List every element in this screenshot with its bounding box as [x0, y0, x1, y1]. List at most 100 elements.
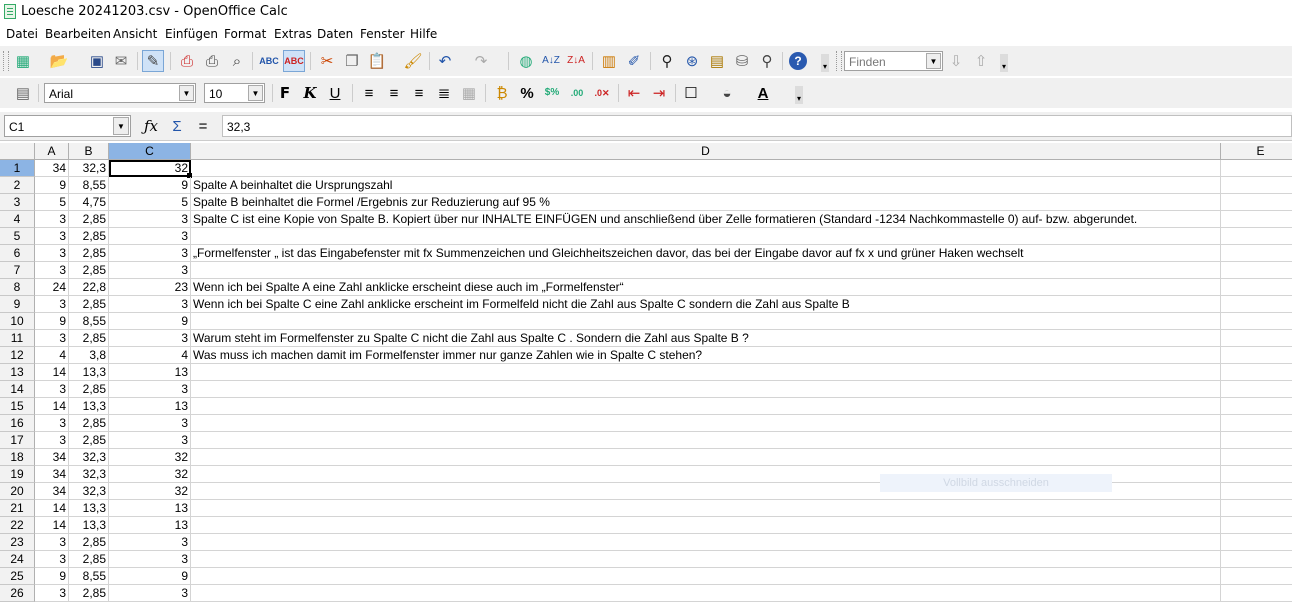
cell-c[interactable]: 3 — [109, 262, 191, 279]
cell-a[interactable]: 3 — [35, 381, 69, 398]
print-icon[interactable]: ⎙ — [201, 50, 223, 72]
column-header-e[interactable]: E — [1221, 143, 1292, 160]
cell-e[interactable] — [1221, 449, 1292, 466]
standard-format-icon[interactable]: $% — [541, 82, 563, 104]
cell-e[interactable] — [1221, 160, 1292, 177]
chevron-down-icon[interactable]: ▼ — [248, 85, 263, 101]
row-header[interactable]: 16 — [0, 415, 35, 432]
find-next-icon[interactable]: ⇩ — [945, 50, 967, 72]
cell-e[interactable] — [1221, 381, 1292, 398]
cell-e[interactable] — [1221, 228, 1292, 245]
cell-a[interactable]: 24 — [35, 279, 69, 296]
row-header[interactable]: 19 — [0, 466, 35, 483]
cell-e[interactable] — [1221, 211, 1292, 228]
cell-c[interactable]: 32 — [109, 483, 191, 500]
row-header[interactable]: 15 — [0, 398, 35, 415]
menu-datei[interactable]: Datei — [6, 27, 38, 41]
row-header[interactable]: 21 — [0, 500, 35, 517]
chevron-down-icon[interactable]: ▼ — [179, 85, 194, 101]
cell-d[interactable] — [191, 398, 1221, 415]
cell-b[interactable]: 2,85 — [69, 432, 109, 449]
cell-e[interactable] — [1221, 568, 1292, 585]
menu-einfuegen[interactable]: Einfügen — [165, 27, 218, 41]
toolbar-grip[interactable] — [836, 51, 842, 71]
cell-c[interactable]: 3 — [109, 228, 191, 245]
cell-b[interactable]: 32,3 — [69, 466, 109, 483]
cell-d[interactable]: Was muss ich machen damit im Formelfenst… — [191, 347, 1221, 364]
cell-a[interactable]: 3 — [35, 432, 69, 449]
cell-a[interactable]: 14 — [35, 364, 69, 381]
cell-d[interactable]: Spalte A beinhaltet die Ursprungszahl — [191, 177, 1221, 194]
column-header-c[interactable]: C — [109, 143, 191, 160]
cell-e[interactable] — [1221, 296, 1292, 313]
menu-format[interactable]: Format — [224, 27, 266, 41]
cell-d[interactable] — [191, 585, 1221, 602]
cell-c[interactable]: 3 — [109, 211, 191, 228]
cell-c[interactable]: 3 — [109, 534, 191, 551]
cell-b[interactable]: 2,85 — [69, 585, 109, 602]
row-header[interactable]: 11 — [0, 330, 35, 347]
styles-formatting-icon[interactable]: ▤ — [12, 82, 34, 104]
cell-c[interactable]: 3 — [109, 381, 191, 398]
cell-c[interactable]: 3 — [109, 551, 191, 568]
cell-b[interactable]: 13,3 — [69, 398, 109, 415]
find-replace-icon[interactable]: ⚲ — [656, 50, 678, 72]
cell-b[interactable]: 2,85 — [69, 228, 109, 245]
hyperlink-icon[interactable]: ◍ — [515, 50, 537, 72]
cell-b[interactable]: 2,85 — [69, 534, 109, 551]
cell-b[interactable]: 8,55 — [69, 313, 109, 330]
edit-file-icon[interactable]: ✎ — [142, 50, 164, 72]
cell-a[interactable]: 34 — [35, 449, 69, 466]
open-folder-icon[interactable]: 📂 — [48, 50, 70, 72]
function-equals-icon[interactable]: = — [192, 116, 214, 136]
cell-a[interactable]: 3 — [35, 551, 69, 568]
cell-e[interactable] — [1221, 585, 1292, 602]
cell-b[interactable]: 2,85 — [69, 415, 109, 432]
export-pdf-icon[interactable]: ⎙ — [176, 50, 198, 72]
new-document-icon[interactable]: ▦ — [12, 50, 34, 72]
toolbar-overflow-button[interactable]: ▾ — [821, 54, 829, 72]
cell-b[interactable]: 2,85 — [69, 381, 109, 398]
cell-c[interactable]: 3 — [109, 432, 191, 449]
cell-a[interactable]: 3 — [35, 211, 69, 228]
percent-format-icon[interactable]: % — [516, 82, 538, 104]
cell-a[interactable]: 4 — [35, 347, 69, 364]
cell-d[interactable] — [191, 551, 1221, 568]
cell-a[interactable]: 3 — [35, 296, 69, 313]
cell-a[interactable]: 3 — [35, 262, 69, 279]
cell-b[interactable]: 2,85 — [69, 245, 109, 262]
currency-format-icon[interactable]: ₿ — [491, 82, 513, 104]
sort-ascending-icon[interactable]: A↓Z — [540, 50, 562, 72]
cell-a[interactable]: 3 — [35, 330, 69, 347]
add-decimal-icon[interactable]: .00 — [566, 82, 588, 104]
cell-e[interactable] — [1221, 313, 1292, 330]
cell-d[interactable] — [191, 517, 1221, 534]
row-header[interactable]: 5 — [0, 228, 35, 245]
cell-a[interactable]: 5 — [35, 194, 69, 211]
row-header[interactable]: 23 — [0, 534, 35, 551]
formula-input[interactable]: 32,3 — [222, 115, 1292, 137]
underline-icon[interactable]: U — [324, 82, 346, 104]
cell-a[interactable]: 3 — [35, 228, 69, 245]
gallery-icon[interactable]: ▤ — [706, 50, 728, 72]
cell-d[interactable] — [191, 160, 1221, 177]
cell-b[interactable]: 2,85 — [69, 211, 109, 228]
cell-d[interactable] — [191, 313, 1221, 330]
cell-b[interactable]: 13,3 — [69, 364, 109, 381]
format-paintbrush-icon[interactable]: 🖌 — [402, 50, 424, 72]
cell-e[interactable] — [1221, 415, 1292, 432]
cell-a[interactable]: 3 — [35, 245, 69, 262]
name-box[interactable]: C1 ▼ — [4, 115, 131, 137]
chart-icon[interactable]: ▥ — [598, 50, 620, 72]
paste-icon[interactable]: 📋 — [366, 50, 388, 72]
cell-b[interactable]: 13,3 — [69, 517, 109, 534]
email-icon[interactable]: ✉ — [110, 50, 132, 72]
cell-b[interactable]: 32,3 — [69, 160, 109, 177]
align-center-icon[interactable]: ≡ — [383, 82, 405, 104]
autospellcheck-icon[interactable]: ABC — [283, 50, 305, 72]
row-header[interactable]: 6 — [0, 245, 35, 262]
cell-c[interactable]: 32 — [109, 466, 191, 483]
cell-a[interactable]: 3 — [35, 415, 69, 432]
cell-e[interactable] — [1221, 364, 1292, 381]
format-toolbar-overflow-button[interactable]: ▾ — [795, 86, 803, 104]
